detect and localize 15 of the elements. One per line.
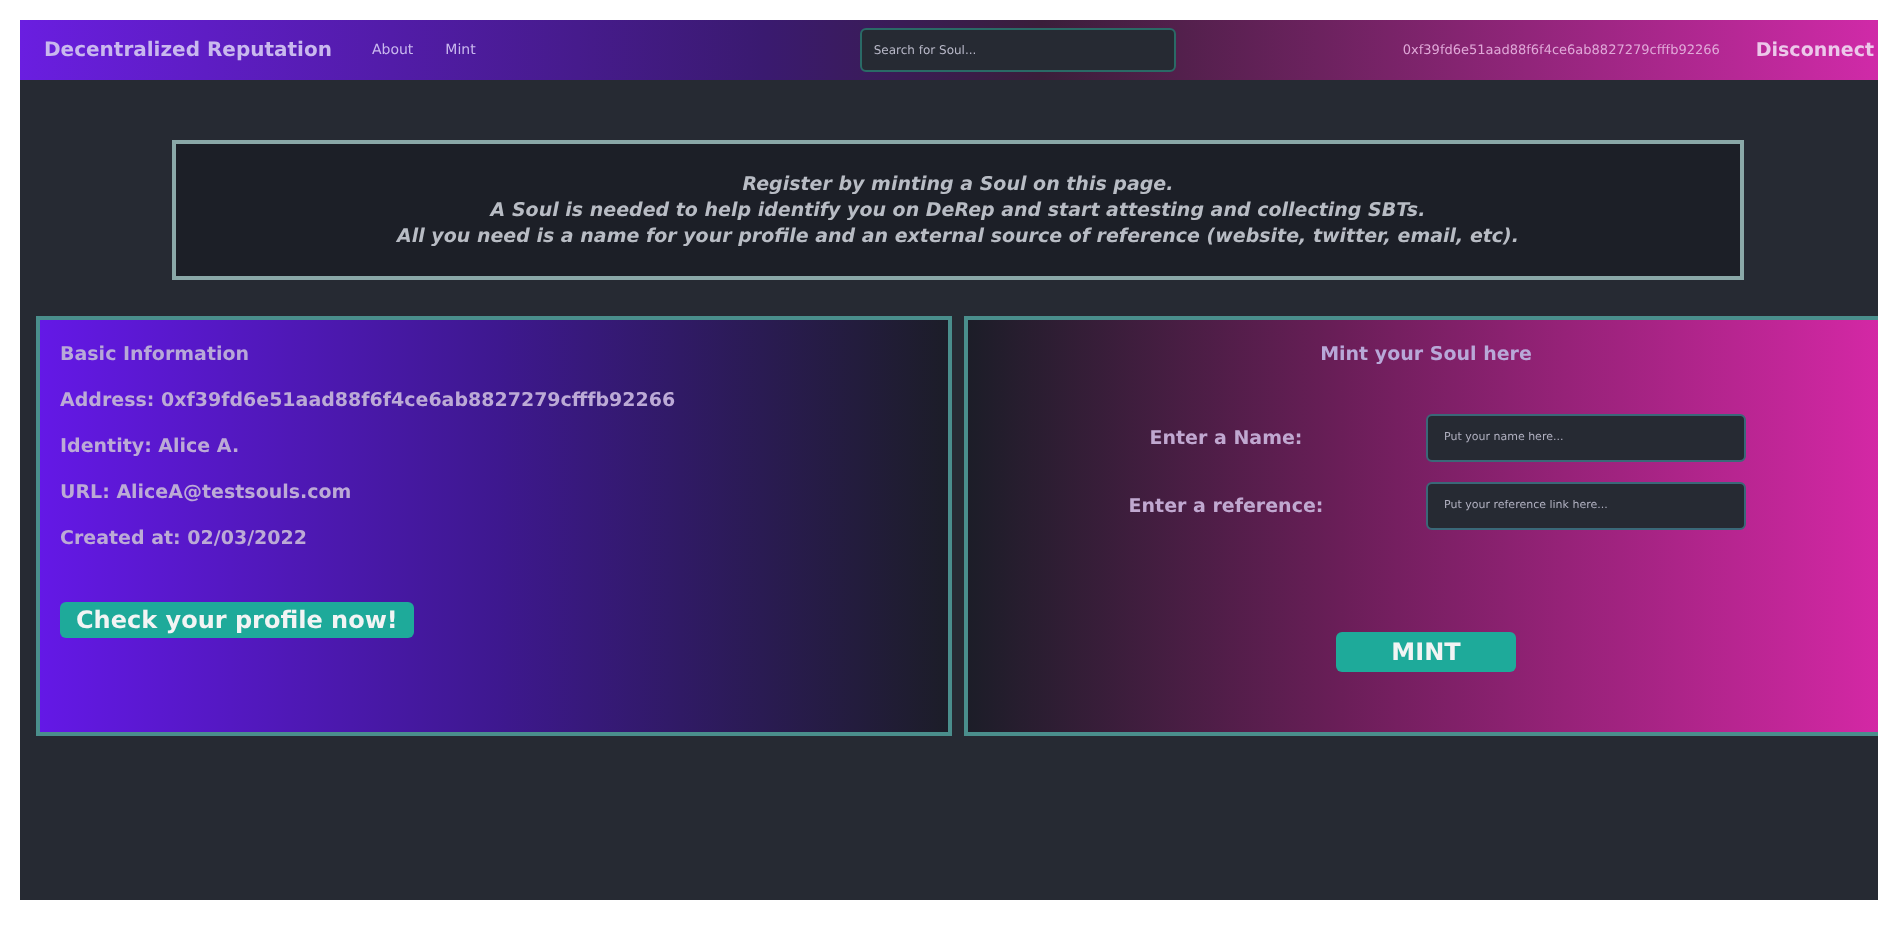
banner-text: A Soul is needed to help identify you on DeRep and start attesting and collecting SBTs.: [490, 199, 1426, 221]
info-text: Address: 0xf39fd6e51aad88f6f4ce6ab8827279cfffb92266: [60, 390, 678, 412]
check-profile-button[interactable]: Check your profile now!: [60, 602, 414, 638]
mint-button[interactable]: MINT: [1335, 632, 1517, 672]
field-label: Enter a Name:: [1147, 427, 1305, 449]
info-text: URL: AliceA@testsouls.com: [60, 482, 354, 504]
field-label: Enter a reference:: [1126, 495, 1326, 517]
card-title: Mint your Soul here: [1320, 344, 1532, 366]
disconnect-button[interactable]: Disconnect: [1755, 39, 1878, 61]
info-text: Identity: Alice A.: [60, 436, 242, 458]
brand-title[interactable]: Decentralized Reputation: [44, 39, 332, 61]
banner-text: Register by minting a Soul on this page.: [742, 173, 1174, 195]
banner-text: All you need is a name for your profile and an external source of reference (website, twitter, email, etc).: [396, 225, 1520, 247]
info-text: Created at: 02/03/2022: [60, 528, 309, 550]
card-title: Basic Information: [60, 344, 252, 366]
